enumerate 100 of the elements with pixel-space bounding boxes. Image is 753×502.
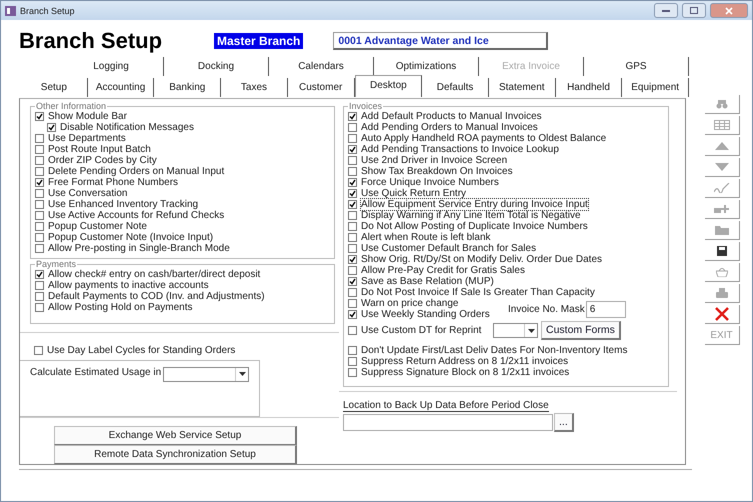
checkbox[interactable] [348,266,357,275]
checkbox[interactable] [34,346,43,355]
close-button[interactable] [710,3,748,18]
checkbox[interactable] [348,156,357,165]
checkbox-label: Use Departments [48,133,126,144]
checkbox[interactable] [35,134,44,143]
checkbox[interactable] [348,244,357,253]
checkbox[interactable] [348,134,357,143]
minimize-icon [662,10,670,12]
checkbox[interactable] [35,233,44,242]
checkbox[interactable] [35,270,44,279]
checkbox[interactable] [348,178,357,187]
checkbox[interactable] [35,200,44,209]
tab[interactable]: Defaults [422,78,489,97]
checkbox[interactable] [35,303,44,312]
checkbox[interactable] [348,288,357,297]
checkbox[interactable] [348,299,357,308]
checkbox[interactable] [35,244,44,253]
checkbox[interactable] [348,233,357,242]
checkbox[interactable] [35,178,44,187]
checkbox[interactable] [348,167,357,176]
checkbox-label: Use Day Label Cycles for Standing Orders [47,344,236,356]
checkbox[interactable] [35,156,44,165]
reprint-dropdown[interactable] [493,323,538,338]
checkbox-label: Use Active Accounts for Refund Checks [48,210,224,221]
mask-label: Invoice No. Mask [508,304,585,314]
browse-button[interactable]: ... [554,413,574,432]
checkbox[interactable] [348,310,357,319]
mask-field[interactable]: 6 [586,300,626,318]
printer-icon [716,288,728,298]
down-triangle-icon [714,163,728,171]
tab[interactable]: Taxes [221,78,288,97]
maximize-button[interactable] [682,3,706,18]
checkbox[interactable] [348,277,357,286]
checkbox[interactable] [47,123,56,132]
checkbox-label: Order ZIP Codes by City [48,155,157,166]
backup-label: Location to Back Up Data Before Period Close [343,400,549,412]
checkbox-label: Add Default Products to Manual Invoices [361,111,542,122]
checkbox[interactable] [348,346,357,355]
checkbox[interactable] [348,200,357,209]
checkbox[interactable] [35,189,44,198]
checkbox-label: Save as Base Relation (MUP) [361,276,494,287]
branch-field[interactable]: 0001 Advantage Water and Ice [333,32,548,50]
tab[interactable]: Handheld [556,78,622,97]
checkbox-label: Warn on price change [361,298,458,309]
toolbar-button[interactable] [704,242,740,261]
tab[interactable]: Docking [164,57,269,76]
checkbox[interactable] [348,145,357,154]
tab[interactable]: Setup [21,78,88,97]
tab[interactable]: Accounting [88,78,154,97]
checkbox-label: Delete Pending Orders on Manual Input [48,166,224,177]
checkbox-label: Show Orig. Rt/Dy/St on Modify Deliv. Order Due Dates [361,254,602,265]
checkbox[interactable] [35,222,44,231]
basket-icon [716,267,728,277]
maximize-icon [690,7,698,14]
checkbox-label: Use 2nd Driver in Invoice Screen [361,155,508,166]
checkbox[interactable] [348,368,357,377]
dropdown-caret-icon [528,328,534,332]
signature-icon [714,183,730,193]
checkbox-label: Allow Pre-posting in Single-Branch Mode [48,243,230,254]
setup-button[interactable]: Exchange Web Service Setup [54,426,297,445]
tab[interactable]: Banking [154,78,222,97]
tab[interactable]: GPS [584,57,689,76]
branch-label: Master Branch [214,33,304,49]
checkbox[interactable] [348,326,357,335]
checkbox-label: Don't Update First/Last Deliv Dates For Non-Inventory Items [361,345,628,356]
checkbox-label: Allow Pre-Pay Credit for Gratis Sales [361,265,525,276]
tab[interactable]: Equipment [622,78,690,97]
checkbox[interactable] [35,211,44,220]
backup-location-field[interactable] [343,414,553,431]
checkbox[interactable] [348,211,357,220]
tab[interactable]: Desktop [354,75,422,97]
checkbox[interactable] [35,292,44,301]
tab[interactable]: Statement [488,78,556,97]
checkbox-label: Use Weekly Standing Orders [361,309,490,320]
checkbox[interactable] [35,145,44,154]
checkbox-label: Use Conversation [48,188,128,199]
checkbox[interactable] [348,255,357,264]
tab[interactable]: Logging [59,57,164,76]
checkbox[interactable] [348,189,357,198]
usage-dropdown[interactable] [163,366,249,382]
checkbox-label: Allow Posting Hold on Payments [48,302,193,313]
up-triangle-icon [714,142,728,150]
checkbox[interactable] [348,123,357,132]
close-icon [714,307,728,321]
checkbox-label: Suppress Return Address on 8 1/2x11 invoices [361,356,568,367]
checkbox-label: Default Payments to COD (Inv. and Adjustments) [48,291,265,302]
checkbox[interactable] [35,281,44,290]
checkbox[interactable] [35,167,44,176]
checkbox[interactable] [348,357,357,366]
group-title: Invoices [348,101,384,111]
setup-button[interactable]: Remote Data Synchronization Setup [54,445,297,464]
minimize-button[interactable] [654,3,678,18]
checkbox-label: Do Not Allow Posting of Duplicate Invoice Numbers [361,221,588,232]
checkbox[interactable] [348,112,357,121]
checkbox-label: Free Format Phone Numbers [48,177,178,188]
checkbox-label: Use Custom DT for Reprint [361,325,482,336]
checkbox[interactable] [35,112,44,121]
custom-forms-button[interactable]: Custom Forms [541,321,621,340]
checkbox[interactable] [348,222,357,231]
